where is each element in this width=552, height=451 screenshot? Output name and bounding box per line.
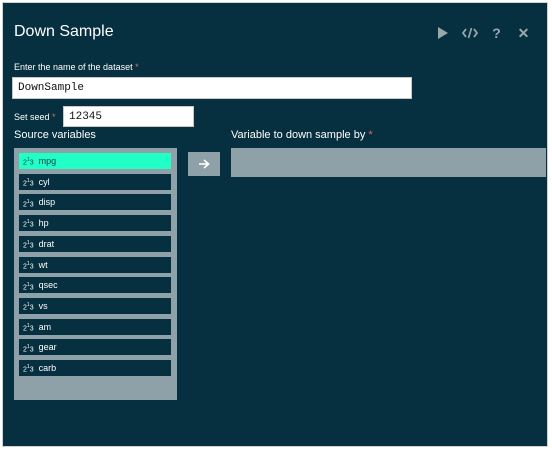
required-mark: * [135,62,139,72]
numeric-variable-icon: 213 [23,240,34,250]
source-variable-label: cyl [38,176,50,187]
source-variables-list[interactable]: 213 mpg 213 cyl 213 disp 213 hp 213 drat 213 wt 213 q… [14,148,177,400]
numeric-variable-icon: 213 [23,219,34,229]
source-variable-item[interactable]: 213 hp [18,214,172,233]
target-variable-title: Variable to down sample by * [231,129,373,141]
target-variable-box[interactable] [231,148,546,177]
down-sample-dialog: Down Sample ? ✕ Enter the name of the da… [2,2,548,447]
help-icon[interactable]: ? [483,23,510,43]
source-variable-label: wt [38,259,48,270]
numeric-variable-icon: 213 [23,260,34,271]
source-variable-item[interactable]: 213 cyl [18,172,172,191]
source-variable-label: gear [38,342,57,353]
source-variable-item[interactable]: 213 wt [18,255,172,274]
source-variable-label: vs [38,300,48,311]
move-variable-button[interactable] [188,152,220,176]
source-variable-label: qsec [38,280,58,291]
numeric-variable-icon: 213 [23,322,34,333]
close-icon[interactable]: ✕ [510,23,537,43]
numeric-variable-icon: 213 [23,343,34,353]
source-variable-item[interactable]: 213 gear [18,338,172,357]
source-variable-label: hp [38,218,49,229]
source-variable-item[interactable]: 213 am [18,317,172,336]
required-mark: * [368,129,373,141]
required-mark: * [52,112,56,122]
numeric-variable-icon: 213 [23,157,34,167]
numeric-variable-icon: 213 [23,178,34,188]
dataset-name-label: Enter the name of the dataset * [14,62,139,72]
dataset-name-input[interactable] [12,77,412,99]
numeric-variable-icon: 213 [23,302,34,312]
source-variables-title: Source variables [14,129,96,141]
source-variable-item[interactable]: 213 qsec [18,276,172,295]
source-variable-label: am [38,321,52,332]
dialog-toolbar: ? ✕ [429,23,537,43]
arrow-right-icon [199,159,210,169]
seed-label: Set seed * [14,112,56,122]
source-variable-label: mpg [38,156,57,166]
run-icon[interactable] [429,23,456,43]
code-icon[interactable] [456,23,483,43]
source-variable-item[interactable]: 213 carb [18,359,172,377]
seed-input[interactable] [63,106,194,127]
source-variable-item[interactable]: 213 drat [18,234,172,253]
dialog-title: Down Sample [14,23,114,40]
source-variable-label: disp [38,197,56,208]
source-variable-label: drat [38,238,55,249]
numeric-variable-icon: 213 [23,364,34,374]
source-variable-item[interactable]: 213 mpg [18,152,172,170]
numeric-variable-icon: 213 [23,281,34,291]
numeric-variable-icon: 213 [23,198,34,209]
source-variable-item[interactable]: 213 vs [18,296,172,315]
source-variable-label: carb [38,363,57,373]
source-variable-item[interactable]: 213 disp [18,193,172,212]
